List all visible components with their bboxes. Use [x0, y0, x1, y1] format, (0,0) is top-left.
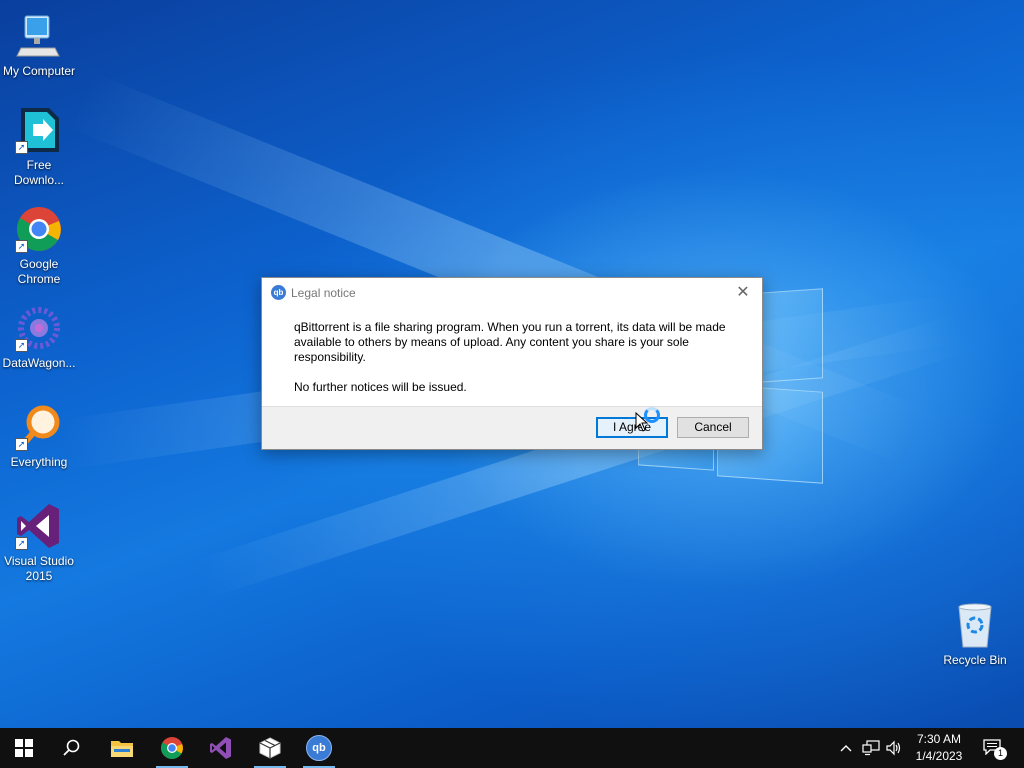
- desktop-icon-label: Free Downlo...: [13, 158, 65, 187]
- package-icon: [259, 737, 281, 759]
- taskbar-visual-studio[interactable]: [197, 728, 245, 768]
- cancel-button[interactable]: Cancel: [677, 417, 749, 438]
- desktop-icon-datawagon[interactable]: ➚ DataWagon...: [0, 304, 78, 371]
- windows-logo-icon: [15, 739, 33, 757]
- datawagon-icon: ➚: [15, 304, 63, 352]
- desktop-icon-visual-studio[interactable]: ➚ Visual Studio 2015: [0, 502, 78, 584]
- shortcut-arrow-icon: ➚: [15, 438, 28, 451]
- close-button[interactable]: ✕: [730, 281, 756, 305]
- chrome-icon: ➚: [15, 205, 63, 253]
- notification-count-badge: 1: [994, 747, 1007, 760]
- clock-date: 1/4/2023: [915, 749, 963, 763]
- desktop-icon-google-chrome[interactable]: ➚ Google Chrome: [0, 205, 78, 287]
- close-icon: ✕: [736, 284, 750, 301]
- network-icon: [862, 740, 880, 756]
- volume-button[interactable]: [884, 728, 904, 768]
- search-button[interactable]: [48, 728, 96, 768]
- desktop-icon-label: DataWagon...: [2, 356, 76, 370]
- dialog-body: qBittorrent is a file sharing program. W…: [262, 308, 762, 408]
- notification-icon: 1: [983, 739, 1007, 760]
- legal-notice-dialog: qb Legal notice ✕ qBittorrent is a file …: [261, 277, 763, 450]
- busy-spinner-icon: [644, 407, 660, 423]
- desktop-icon-my-computer[interactable]: My Computer: [0, 12, 78, 79]
- taskbar-chrome[interactable]: [148, 728, 196, 768]
- desktop-icon-label: Visual Studio 2015: [4, 554, 74, 583]
- desktop-icon-label: Everything: [10, 455, 68, 469]
- shortcut-arrow-icon: ➚: [15, 339, 28, 352]
- taskbar-clock[interactable]: 7:30 AM 1/4/2023: [906, 731, 972, 765]
- desktop-icon-label: My Computer: [2, 64, 76, 78]
- show-hidden-icons-button[interactable]: [838, 728, 854, 768]
- dialog-footer: I Agree Cancel: [262, 406, 762, 449]
- free-download-manager-icon: ➚: [15, 106, 63, 154]
- qbittorrent-icon: qb: [306, 735, 332, 761]
- dialog-notice: No further notices will be issued.: [294, 380, 467, 394]
- search-icon: [63, 739, 80, 756]
- shortcut-arrow-icon: ➚: [15, 537, 28, 550]
- taskbar: qb 7:30 AM 1/4/2023 1: [0, 728, 1024, 768]
- desktop-icon-everything[interactable]: ➚ Everything: [0, 403, 78, 470]
- action-center-button[interactable]: 1: [978, 728, 1008, 768]
- dialog-message: qBittorrent is a file sharing program. W…: [294, 320, 726, 364]
- start-button[interactable]: [0, 728, 48, 768]
- computer-icon: [15, 12, 63, 60]
- dialog-title: Legal notice: [291, 286, 356, 300]
- dialog-titlebar[interactable]: qb Legal notice ✕: [262, 278, 762, 308]
- taskbar-qbittorrent[interactable]: qb: [295, 728, 343, 768]
- qbittorrent-icon: qb: [271, 285, 286, 300]
- taskbar-file-explorer[interactable]: [98, 728, 146, 768]
- visual-studio-icon: ➚: [15, 502, 63, 550]
- everything-search-icon: ➚: [15, 403, 63, 451]
- clock-time: 7:30 AM: [916, 732, 962, 746]
- desktop-icon-label: Google Chrome: [17, 257, 61, 286]
- speaker-icon: [886, 740, 901, 756]
- visual-studio-icon: [210, 737, 231, 759]
- folder-icon: [111, 741, 133, 757]
- desktop-icon-recycle-bin[interactable]: Recycle Bin: [936, 601, 1014, 668]
- network-button[interactable]: [860, 728, 882, 768]
- shortcut-arrow-icon: ➚: [15, 240, 28, 253]
- shortcut-arrow-icon: ➚: [15, 141, 28, 154]
- recycle-bin-icon: [951, 601, 999, 649]
- taskbar-package[interactable]: [246, 728, 294, 768]
- chevron-up-icon: [840, 745, 852, 752]
- chrome-icon: [161, 737, 183, 759]
- desktop-icon-free-download-manager[interactable]: ➚ Free Downlo...: [0, 106, 78, 188]
- desktop-icon-label: Recycle Bin: [943, 653, 1007, 667]
